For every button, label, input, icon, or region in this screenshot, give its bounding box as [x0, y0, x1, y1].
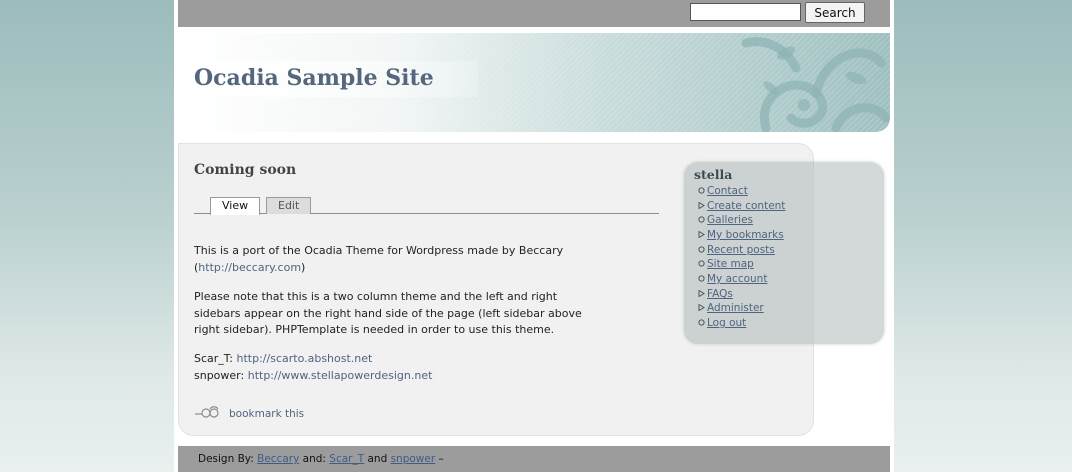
user-sidebar: stella Contact Create content Galleries …: [684, 162, 884, 344]
menu-label[interactable]: Administer: [707, 301, 764, 315]
menu-label[interactable]: My account: [707, 272, 767, 286]
circle-bullet-icon: [698, 275, 705, 282]
footer-and-1: and:: [299, 453, 330, 465]
page-container: Search Ocadia Sample Site Coming soon Vi…: [174, 0, 894, 472]
footer: Design By: Beccary and: Scar_T and snpow…: [178, 446, 890, 472]
note-paragraph: Please note that this is a two column th…: [194, 289, 594, 339]
footer-scar-t-link[interactable]: Scar_T: [329, 453, 364, 465]
circle-bullet-icon: [698, 187, 705, 194]
menu-label[interactable]: Create content: [707, 199, 785, 213]
menu-label[interactable]: Site map: [707, 257, 754, 271]
bookmark-label[interactable]: bookmark this: [229, 408, 304, 420]
menu-label[interactable]: Galleries: [707, 213, 753, 227]
site-header: Ocadia Sample Site: [178, 33, 890, 132]
footer-snpower-link[interactable]: snpower: [391, 453, 436, 465]
note-line-1: Please note that this is a two column th…: [194, 290, 558, 303]
menu-label[interactable]: My bookmarks: [707, 228, 784, 242]
sidebar-title: stella: [694, 167, 733, 182]
circle-bullet-icon: [698, 246, 705, 253]
triangle-bullet-icon: [698, 202, 705, 209]
swirl-ornament-icon: [741, 37, 890, 132]
footer-suffix: –: [435, 453, 444, 465]
note-line-2: sidebars appear on the right hand side o…: [194, 306, 582, 320]
intro-close-paren: ): [301, 260, 306, 274]
note-line-3: right sidebar). PHPTemplate is needed in…: [194, 323, 555, 336]
circle-bullet-icon: [698, 216, 705, 223]
menu-label[interactable]: Log out: [707, 316, 746, 330]
intro-text: This is a port of the Ocadia Theme for W…: [194, 244, 564, 257]
credits-paragraph: Scar_T: http://scarto.abshost.net snpowe…: [194, 351, 594, 384]
menu-label[interactable]: FAQs: [707, 287, 733, 301]
stellapower-link[interactable]: http://www.stellapowerdesign.net: [248, 369, 433, 382]
site-title[interactable]: Ocadia Sample Site: [194, 65, 434, 91]
footer-and-2: and: [364, 453, 391, 465]
scarto-link[interactable]: http://scarto.abshost.net: [237, 352, 373, 365]
search-button[interactable]: Search: [805, 2, 865, 23]
beccary-link[interactable]: http://beccary.com: [198, 261, 301, 274]
credit-label-snpower: snpower:: [194, 368, 248, 382]
triangle-bullet-icon: [698, 304, 705, 311]
menu-label[interactable]: Recent posts: [707, 243, 775, 257]
bookmark-icon: [195, 406, 219, 418]
circle-bullet-icon: [698, 319, 705, 326]
footer-design-by: Design By:: [198, 453, 258, 465]
footer-beccary-link[interactable]: Beccary: [257, 453, 299, 465]
tab-view[interactable]: View: [210, 197, 261, 215]
menu-label[interactable]: Contact: [707, 184, 748, 198]
credit-label-scar: Scar_T:: [194, 352, 237, 365]
tab-bar: View Edit: [194, 196, 659, 215]
search-input[interactable]: [690, 3, 801, 21]
page-title: Coming soon: [194, 162, 297, 178]
triangle-bullet-icon: [698, 231, 705, 238]
triangle-bullet-icon: [698, 290, 705, 297]
circle-bullet-icon: [698, 260, 705, 267]
tab-edit[interactable]: Edit: [266, 197, 312, 214]
intro-paragraph: This is a port of the Ocadia Theme for W…: [194, 243, 594, 276]
top-search-bar: Search: [178, 0, 890, 27]
footer-credits: Design By: Beccary and: Scar_T and snpow…: [198, 453, 444, 465]
